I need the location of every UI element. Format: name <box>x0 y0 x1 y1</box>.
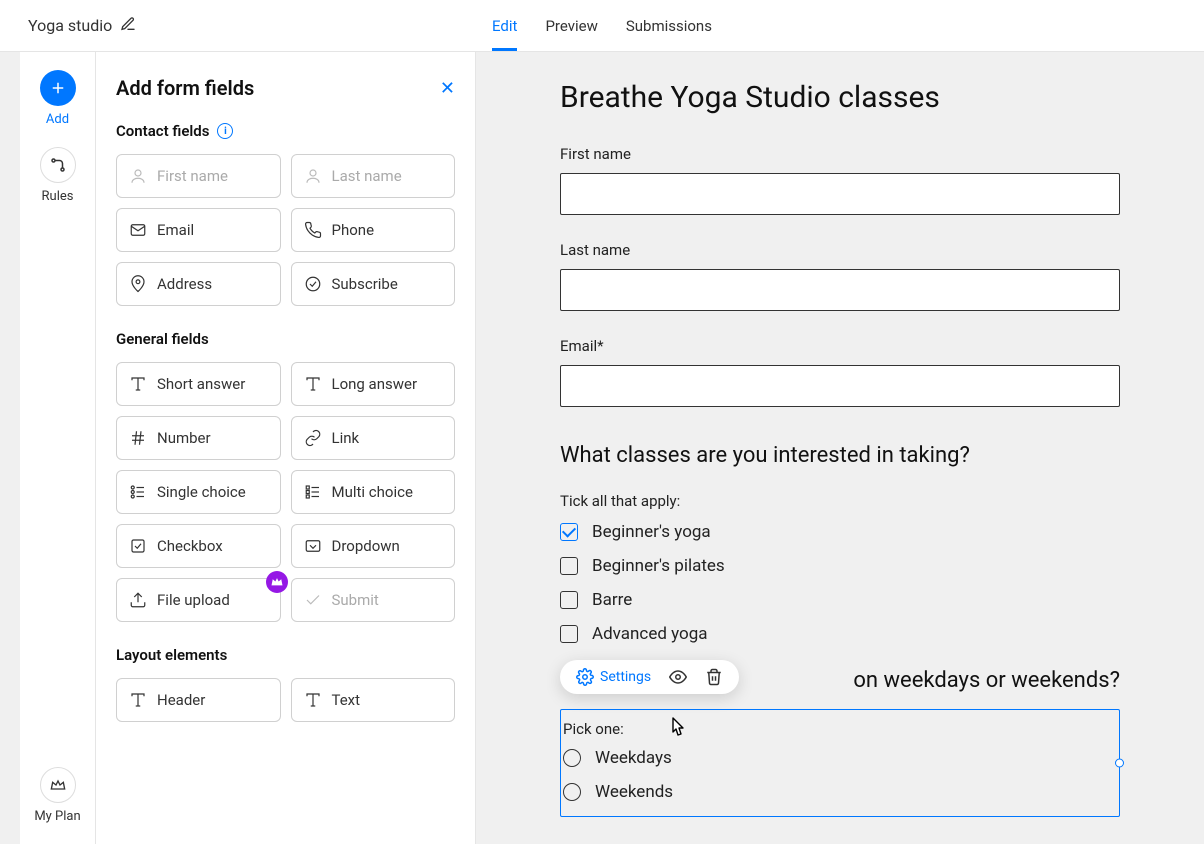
toolbar-visibility-button[interactable] <box>669 668 687 686</box>
field-email[interactable]: Email <box>116 208 281 252</box>
label-first-name: First name <box>560 145 1120 163</box>
field-first-name[interactable]: First name <box>116 154 281 198</box>
checkbox-option[interactable]: Beginner's yoga <box>560 522 1120 542</box>
checkbox-option[interactable]: Barre <box>560 590 1120 610</box>
info-icon[interactable]: i <box>217 123 233 139</box>
toolbar-settings-button[interactable]: Settings <box>576 668 651 686</box>
question-days-helper: Pick one: <box>561 720 1119 738</box>
input-first-name[interactable] <box>560 173 1120 215</box>
field-address[interactable]: Address <box>116 262 281 306</box>
tab-submissions[interactable]: Submissions <box>626 0 712 51</box>
input-email[interactable] <box>560 365 1120 407</box>
rail-add-label: Add <box>46 112 69 127</box>
field-toolbar: Settings <box>560 660 739 694</box>
plus-icon <box>40 70 76 106</box>
field-number[interactable]: Number <box>116 416 281 460</box>
tabs: Edit Preview Submissions <box>492 0 712 51</box>
field-dropdown[interactable]: Dropdown <box>291 524 456 568</box>
rail-add-button[interactable]: Add <box>40 70 76 127</box>
checkbox-icon <box>560 523 578 541</box>
form-name-text: Yoga studio <box>28 16 112 35</box>
section-layout-elements: Layout elements <box>116 646 455 664</box>
form-canvas: Breathe Yoga Studio classes First name L… <box>476 52 1204 844</box>
question-classes-helper: Tick all that apply: <box>560 492 1120 510</box>
radio-option[interactable]: Weekdays <box>561 748 1119 768</box>
premium-badge-icon <box>266 571 288 593</box>
selected-field-block[interactable]: Pick one: Weekdays Weekends <box>560 709 1120 817</box>
field-header[interactable]: Header <box>116 678 281 722</box>
section-contact-fields: Contact fields i <box>116 122 455 140</box>
top-bar: Yoga studio Edit Preview Submissions <box>0 0 1204 52</box>
input-last-name[interactable] <box>560 269 1120 311</box>
checkbox-icon <box>560 557 578 575</box>
radio-icon <box>563 749 581 767</box>
add-fields-panel: Add form fields ✕ Contact fields i First… <box>96 52 476 844</box>
field-submit[interactable]: Submit <box>291 578 456 622</box>
checkbox-icon <box>560 591 578 609</box>
field-multi-choice[interactable]: Multi choice <box>291 470 456 514</box>
workspace: Add Rules My Plan Add form fields ✕ Cont… <box>0 52 1204 844</box>
label-email: Email* <box>560 337 1120 355</box>
radio-option[interactable]: Weekends <box>561 782 1119 802</box>
label-last-name: Last name <box>560 241 1120 259</box>
toolbar-delete-button[interactable] <box>705 668 723 686</box>
question-classes-heading[interactable]: What classes are you interested in takin… <box>560 443 1120 468</box>
rail-my-plan-label: My Plan <box>34 809 80 824</box>
field-link[interactable]: Link <box>291 416 456 460</box>
form-title[interactable]: Breathe Yoga Studio classes <box>560 80 1120 115</box>
rules-icon <box>40 147 76 183</box>
field-file-upload[interactable]: File upload <box>116 578 281 622</box>
field-phone[interactable]: Phone <box>291 208 456 252</box>
toolbar-settings-label: Settings <box>600 669 651 685</box>
section-general-fields: General fields <box>116 330 455 348</box>
field-last-name[interactable]: Last name <box>291 154 456 198</box>
checkbox-option[interactable]: Advanced yoga <box>560 624 1120 644</box>
resize-handle-icon[interactable] <box>1115 759 1124 768</box>
pencil-icon <box>120 16 136 36</box>
rail-rules-button[interactable]: Rules <box>40 147 76 204</box>
checkbox-icon <box>560 625 578 643</box>
field-long-answer[interactable]: Long answer <box>291 362 456 406</box>
field-checkbox[interactable]: Checkbox <box>116 524 281 568</box>
radio-icon <box>563 783 581 801</box>
field-single-choice[interactable]: Single choice <box>116 470 281 514</box>
field-text[interactable]: Text <box>291 678 456 722</box>
checkbox-option[interactable]: Beginner's pilates <box>560 556 1120 576</box>
crown-icon <box>40 767 76 803</box>
tab-preview[interactable]: Preview <box>545 0 597 51</box>
rail-my-plan-button[interactable]: My Plan <box>34 767 80 824</box>
rail-rules-label: Rules <box>42 189 74 204</box>
close-icon[interactable]: ✕ <box>440 78 455 99</box>
tab-edit[interactable]: Edit <box>492 0 517 51</box>
panel-title: Add form fields <box>116 76 254 100</box>
left-rail: Add Rules My Plan <box>20 52 96 844</box>
field-short-answer[interactable]: Short answer <box>116 362 281 406</box>
form-name-editor[interactable]: Yoga studio <box>28 16 136 36</box>
field-subscribe[interactable]: Subscribe <box>291 262 456 306</box>
